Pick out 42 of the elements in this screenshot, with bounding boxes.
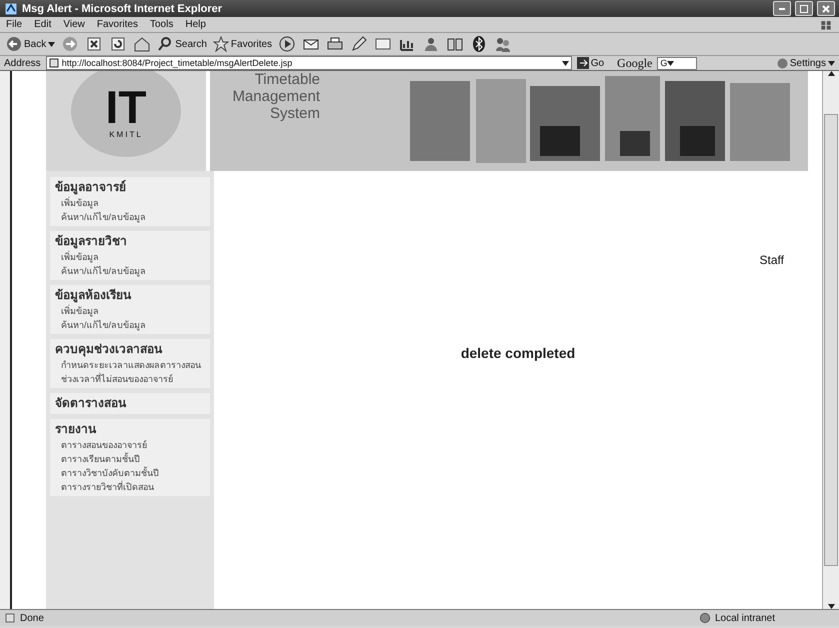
- menu-link[interactable]: ตารางสอนของอาจารย์: [55, 438, 205, 452]
- menu-link[interactable]: เพิ่มข้อมูล: [55, 304, 205, 318]
- section-heading[interactable]: ข้อมูลรายวิชา: [55, 233, 205, 250]
- menu-link[interactable]: กำหนดระยะเวลาแสดงผลตารางสอน: [55, 358, 205, 372]
- menu-link[interactable]: ค้นหา/แก้ไข/ลบข้อมูล: [55, 264, 205, 278]
- banner-title: System: [270, 105, 320, 122]
- menu-item[interactable]: View: [63, 19, 85, 30]
- menu-link[interactable]: ตารางรายวิชาที่เปิดสอน: [55, 480, 205, 494]
- menu-item[interactable]: Edit: [34, 19, 52, 30]
- status-message: delete completed: [460, 345, 576, 361]
- menu-link[interactable]: เพิ่มข้อมูล: [55, 250, 205, 264]
- user-role: Staff: [760, 253, 784, 267]
- address-field[interactable]: http://localhost:8084/Project_timetable/msgAlertDelete.jsp: [46, 56, 572, 70]
- window-title: Msg Alert - Microsoft Internet Explorer: [22, 2, 222, 14]
- address-label: Address: [4, 58, 41, 68]
- menu-link[interactable]: ค้นหา/แก้ไข/ลบข้อมูล: [55, 318, 205, 332]
- section-heading[interactable]: จัดตารางสอน: [55, 395, 205, 412]
- google-logo: Google: [617, 56, 652, 70]
- zone-text: Local intranet: [714, 612, 775, 624]
- menu-link[interactable]: ช่วงเวลาที่ไม่สอนของอาจารย์: [55, 372, 205, 386]
- menu-item[interactable]: Help: [185, 19, 206, 30]
- menu-link[interactable]: ตารางวิชาบังคับตามชั้นปี: [55, 466, 205, 480]
- search-button[interactable]: Search: [157, 36, 207, 52]
- menu-link[interactable]: เพิ่มข้อมูล: [55, 196, 205, 210]
- section-heading[interactable]: รายงาน: [55, 421, 205, 438]
- banner-title: Management: [232, 88, 320, 105]
- section-heading[interactable]: ข้อมูลห้องเรียน: [55, 287, 205, 304]
- google-search-field[interactable]: G: [657, 56, 698, 70]
- menu-link[interactable]: ตารางเรียนตามชั้นปี: [55, 452, 205, 466]
- status-text: Done: [20, 612, 44, 624]
- back-button[interactable]: Back: [6, 36, 56, 52]
- favorites-button[interactable]: Favorites: [212, 36, 272, 52]
- section-heading[interactable]: ควบคุมช่วงเวลาสอน: [55, 341, 205, 358]
- menu-item[interactable]: File: [6, 19, 22, 30]
- menu-item[interactable]: Favorites: [96, 19, 138, 30]
- menu-item[interactable]: Tools: [150, 19, 174, 30]
- settings-button[interactable]: Settings: [776, 58, 835, 68]
- section-heading[interactable]: ข้อมูลอาจารย์: [55, 179, 205, 196]
- banner-title: Timetable: [254, 71, 320, 88]
- menu-link[interactable]: ค้นหา/แก้ไข/ลบข้อมูล: [55, 210, 205, 224]
- logo: IT KMITL: [71, 71, 181, 157]
- go-button[interactable]: Go: [576, 57, 604, 69]
